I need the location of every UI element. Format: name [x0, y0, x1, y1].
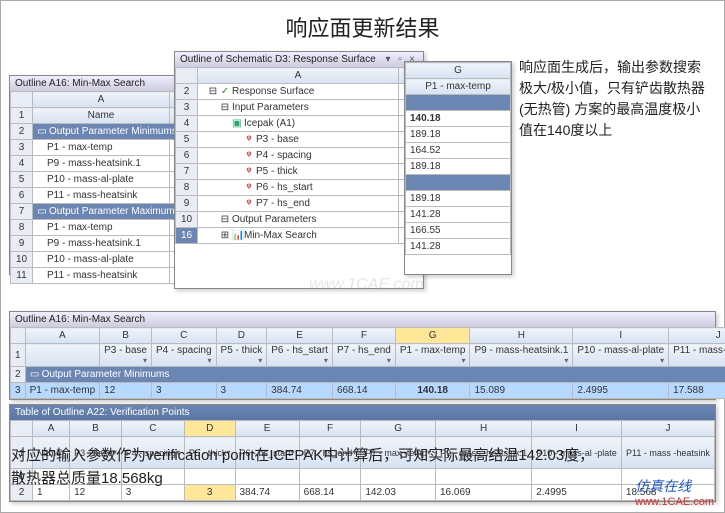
col-header[interactable]: P4 - spacing▾ — [151, 344, 216, 367]
pane-minmax-left: Outline A16: Min-Max Search AB 1NameP3 2… — [9, 75, 197, 275]
param-icon: ᵠ — [244, 182, 254, 193]
side-note-top: 响应面生成后，输出参数搜索极大/极小值，只有铲齿散热器 (无热管) 方案的最高温… — [519, 57, 714, 141]
pane-mid-title: Outline of Schematic D3: Response Surfac… — [175, 52, 423, 67]
table-row: 189.18 — [406, 159, 511, 175]
tree-row[interactable]: 10⊟Output Parameters — [176, 212, 423, 228]
col-header[interactable]: P6 - hs_start▾ — [267, 344, 333, 367]
check-icon: ✓ — [220, 86, 230, 97]
param-icon: ᵠ — [244, 150, 254, 161]
param-icon: ᵠ — [244, 198, 254, 209]
col-header[interactable]: P3 - base▾ — [100, 344, 152, 367]
col-G: G — [406, 63, 511, 79]
pane-left-title: Outline A16: Min-Max Search — [10, 76, 196, 91]
table-row[interactable]: 5P10 - mass-al-plate9 — [11, 172, 196, 188]
table-row: 189.18 — [406, 191, 511, 207]
tree-row[interactable]: 3⊟Input Parameters — [176, 100, 423, 116]
tree-row[interactable]: 7ᵠP5 - thick — [176, 164, 423, 180]
icepak-icon: ▣ — [232, 118, 242, 129]
pane-right-slice: G P1 - max-temp 140.18189.18164.52189.18… — [404, 61, 512, 275]
watermark: 仿真在线 www.1CAE.com — [635, 476, 714, 508]
table-row[interactable]: 3P1 - max-temp12 — [11, 140, 196, 156]
table-row[interactable]: 4P9 - mass-heatsink.13 — [11, 156, 196, 172]
tab-icon[interactable]: ▾ — [382, 54, 394, 65]
col-header[interactable]: P11 - mass-heatsink▾ — [669, 344, 725, 367]
table-row: 166.55 — [406, 223, 511, 239]
col-header[interactable]: P11 - mass -heatsink — [621, 437, 714, 469]
bottom-note: 对应的输入参数作为verification point在ICEPAK中计算后，可… — [11, 445, 604, 490]
col-header[interactable]: P1 - max-temp▾ — [395, 344, 470, 367]
tree-row[interactable]: 9ᵠP7 - hs_end — [176, 196, 423, 212]
table-row: 140.18 — [406, 111, 511, 127]
col-header[interactable]: 1 — [11, 344, 26, 367]
tree-row[interactable]: 5ᵠP3 - base — [176, 132, 423, 148]
table-row[interactable]: 11P11 - mass-heatsink9 — [11, 268, 196, 284]
table-row: 141.28 — [406, 239, 511, 255]
param-icon: ᵠ — [244, 134, 254, 145]
expand-icon[interactable]: ⊞ — [220, 230, 230, 241]
table-row[interactable]: 3P1 - max-temp1233384.74668.14140.1815.0… — [11, 383, 725, 399]
page-title: 响应面更新结果 — [1, 1, 724, 51]
verif-title: Table of Outline A22: Verification Point… — [10, 405, 715, 420]
table-row[interactable]: 8P1 - max-temp9 — [11, 220, 196, 236]
expand-icon[interactable]: ⊟ — [220, 214, 230, 225]
tree-row[interactable]: 6ᵠP4 - spacing — [176, 148, 423, 164]
minmax-icon: 📊 — [232, 230, 242, 241]
tree-row[interactable]: 4▣Icepak (A1) — [176, 116, 423, 132]
table-row: 141.28 — [406, 207, 511, 223]
tree-row[interactable]: 8ᵠP6 - hs_start — [176, 180, 423, 196]
col-header[interactable]: P5 - thick▾ — [216, 344, 267, 367]
table-row[interactable]: 9P9 - mass-heatsink.112 — [11, 236, 196, 252]
col-header[interactable]: P9 - mass-heatsink.1▾ — [470, 344, 573, 367]
table-row[interactable]: 6P11 - mass-heatsink9 — [11, 188, 196, 204]
param-icon: ᵠ — [244, 166, 254, 177]
col-header[interactable]: P10 - mass-al-plate▾ — [573, 344, 669, 367]
mid-outline-title: Outline A16: Min-Max Search — [10, 312, 715, 327]
pane-response-surface: Outline of Schematic D3: Response Surfac… — [174, 51, 424, 289]
col-header[interactable] — [25, 344, 100, 367]
table-row: 164.52 — [406, 143, 511, 159]
expand-icon[interactable]: ⊟ — [208, 86, 218, 97]
table-row[interactable]: 10P10 - mass-al-plate9 — [11, 252, 196, 268]
table-row: 189.18 — [406, 127, 511, 143]
tree-row[interactable]: 16⊞📊Min-Max Search — [176, 228, 423, 244]
expand-icon[interactable]: ⊟ — [220, 102, 230, 113]
tree-row[interactable]: 2⊟✓Response Surface — [176, 84, 423, 100]
pane-mid-outline: Outline A16: Min-Max Search ABCDEFGHIJ1P… — [9, 311, 716, 400]
col-header[interactable]: P7 - hs_end▾ — [332, 344, 395, 367]
